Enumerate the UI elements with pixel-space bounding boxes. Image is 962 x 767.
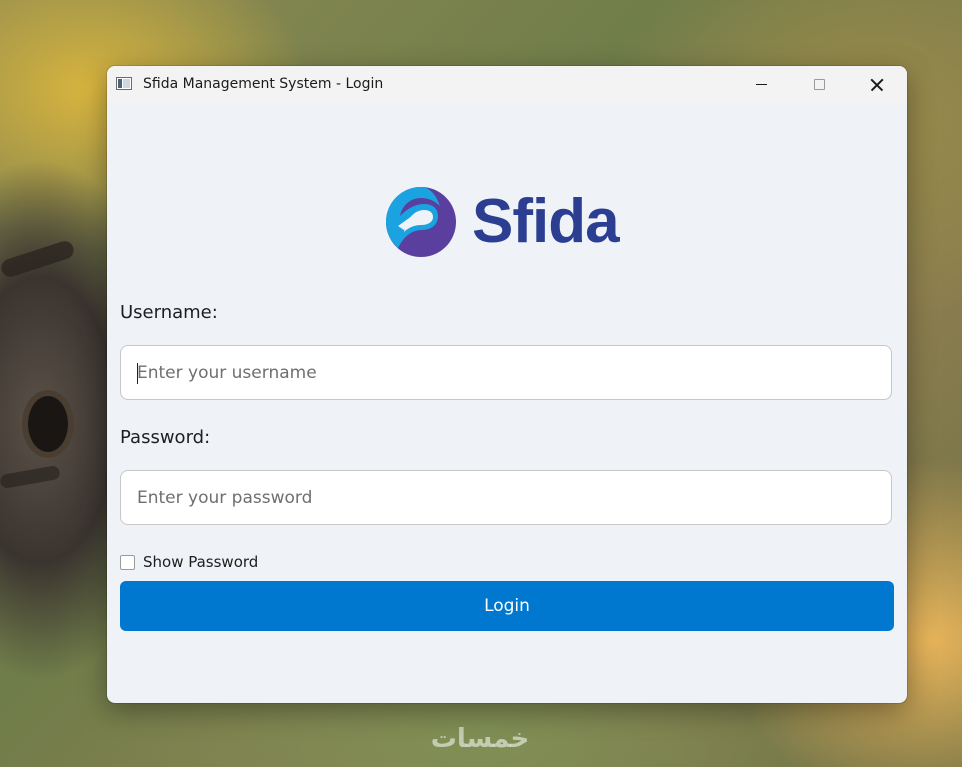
show-password-row[interactable]: Show Password bbox=[120, 552, 258, 572]
username-input[interactable] bbox=[120, 345, 892, 400]
sfida-logo: Sfida bbox=[384, 184, 629, 259]
password-label: Password: bbox=[120, 427, 211, 448]
show-password-checkbox[interactable] bbox=[120, 554, 135, 570]
logo-text: Sfida bbox=[472, 187, 620, 256]
background-stripe bbox=[0, 464, 61, 490]
background-chipmunk-eye bbox=[28, 396, 68, 452]
close-button[interactable] bbox=[848, 66, 906, 103]
password-input[interactable] bbox=[120, 470, 892, 525]
watermark-logo: خمسات bbox=[430, 724, 530, 754]
title-bar[interactable]: Sfida Management System - Login bbox=[107, 66, 907, 103]
app-window-icon bbox=[116, 77, 132, 90]
minimize-button[interactable] bbox=[732, 66, 790, 103]
sfida-logo-mark-icon bbox=[386, 187, 456, 257]
close-icon bbox=[870, 78, 884, 92]
maximize-icon bbox=[813, 79, 825, 90]
minimize-icon bbox=[755, 84, 767, 85]
login-button[interactable]: Login bbox=[120, 581, 894, 631]
show-password-label[interactable]: Show Password bbox=[143, 553, 258, 571]
background-stripe bbox=[0, 238, 76, 280]
window-title: Sfida Management System - Login bbox=[143, 76, 384, 92]
login-window: Sfida Management System - Login Sfida Us… bbox=[107, 66, 907, 703]
maximize-button[interactable] bbox=[790, 66, 848, 103]
text-caret bbox=[137, 363, 138, 384]
username-label: Username: bbox=[120, 302, 218, 323]
